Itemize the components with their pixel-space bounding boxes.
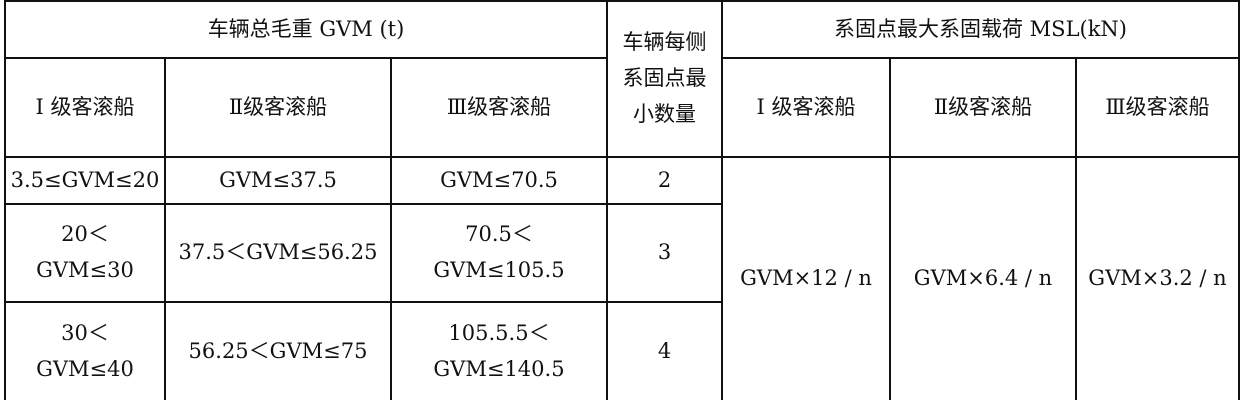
cell-line: GVM≤30 bbox=[36, 258, 134, 282]
msl-class2-cell: GVM×6.4 / n bbox=[889, 156, 1077, 400]
min-points-cell: 2 bbox=[606, 156, 723, 205]
gvm-class2-header: Ⅱ级客滚船 bbox=[164, 57, 392, 158]
gvm-class2-cell: GVM≤37.5 bbox=[164, 156, 392, 205]
gvm-class3-cell: 105.5.5＜ GVM≤140.5 bbox=[390, 301, 608, 400]
gvm-class3-cell: GVM≤70.5 bbox=[390, 156, 608, 205]
cell-line: GVM≤40 bbox=[36, 356, 134, 381]
cell-line: 20＜ bbox=[61, 222, 109, 247]
min-points-header: 车辆每侧 系固点最 小数量 bbox=[606, 0, 723, 158]
tie-down-table: 车辆总毛重 GVM (t) 车辆每侧 系固点最 小数量 系固点最大系固载荷 MS… bbox=[4, 0, 1240, 400]
min-points-cell: 4 bbox=[606, 301, 723, 400]
gvm-class1-cell: 30＜ GVM≤40 bbox=[4, 301, 166, 400]
min-points-header-line: 小数量 bbox=[633, 101, 696, 126]
min-points-cell: 3 bbox=[606, 203, 723, 303]
gvm-class3-header: Ⅲ级客滚船 bbox=[390, 57, 608, 158]
gvm-class1-header: Ⅰ 级客滚船 bbox=[4, 57, 166, 158]
table-row: 3.5≤GVM≤20 GVM≤37.5 GVM≤70.5 2 GVM×12 / … bbox=[4, 156, 1240, 400]
msl-class1-header: Ⅰ 级客滚船 bbox=[721, 57, 891, 158]
gvm-class1-cell: 3.5≤GVM≤20 bbox=[4, 156, 166, 205]
cell-line: 30＜ bbox=[61, 320, 109, 345]
msl-group-header: 系固点最大系固载荷 MSL(kN) bbox=[721, 0, 1240, 59]
cell-line: GVM≤105.5 bbox=[433, 258, 565, 282]
cell-line: GVM≤140.5 bbox=[433, 356, 565, 381]
gvm-class2-cell: 37.5＜GVM≤56.25 bbox=[164, 203, 392, 303]
cell-line: 70.5＜ bbox=[465, 222, 533, 247]
msl-class3-cell: GVM×3.2 / n bbox=[1075, 156, 1240, 400]
gvm-class3-cell: 70.5＜ GVM≤105.5 bbox=[390, 203, 608, 303]
min-points-header-line: 系固点最 bbox=[622, 66, 707, 91]
msl-class3-header: Ⅲ级客滚船 bbox=[1075, 57, 1240, 158]
msl-class1-cell: GVM×12 / n bbox=[721, 156, 891, 400]
gvm-class2-cell: 56.25＜GVM≤75 bbox=[164, 301, 392, 400]
cell-line: 105.5.5＜ bbox=[448, 320, 550, 345]
gvm-group-header: 车辆总毛重 GVM (t) bbox=[4, 0, 608, 59]
min-points-header-line: 车辆每侧 bbox=[622, 30, 707, 55]
msl-class2-header: Ⅱ级客滚船 bbox=[889, 57, 1077, 158]
gvm-class1-cell: 20＜ GVM≤30 bbox=[4, 203, 166, 303]
